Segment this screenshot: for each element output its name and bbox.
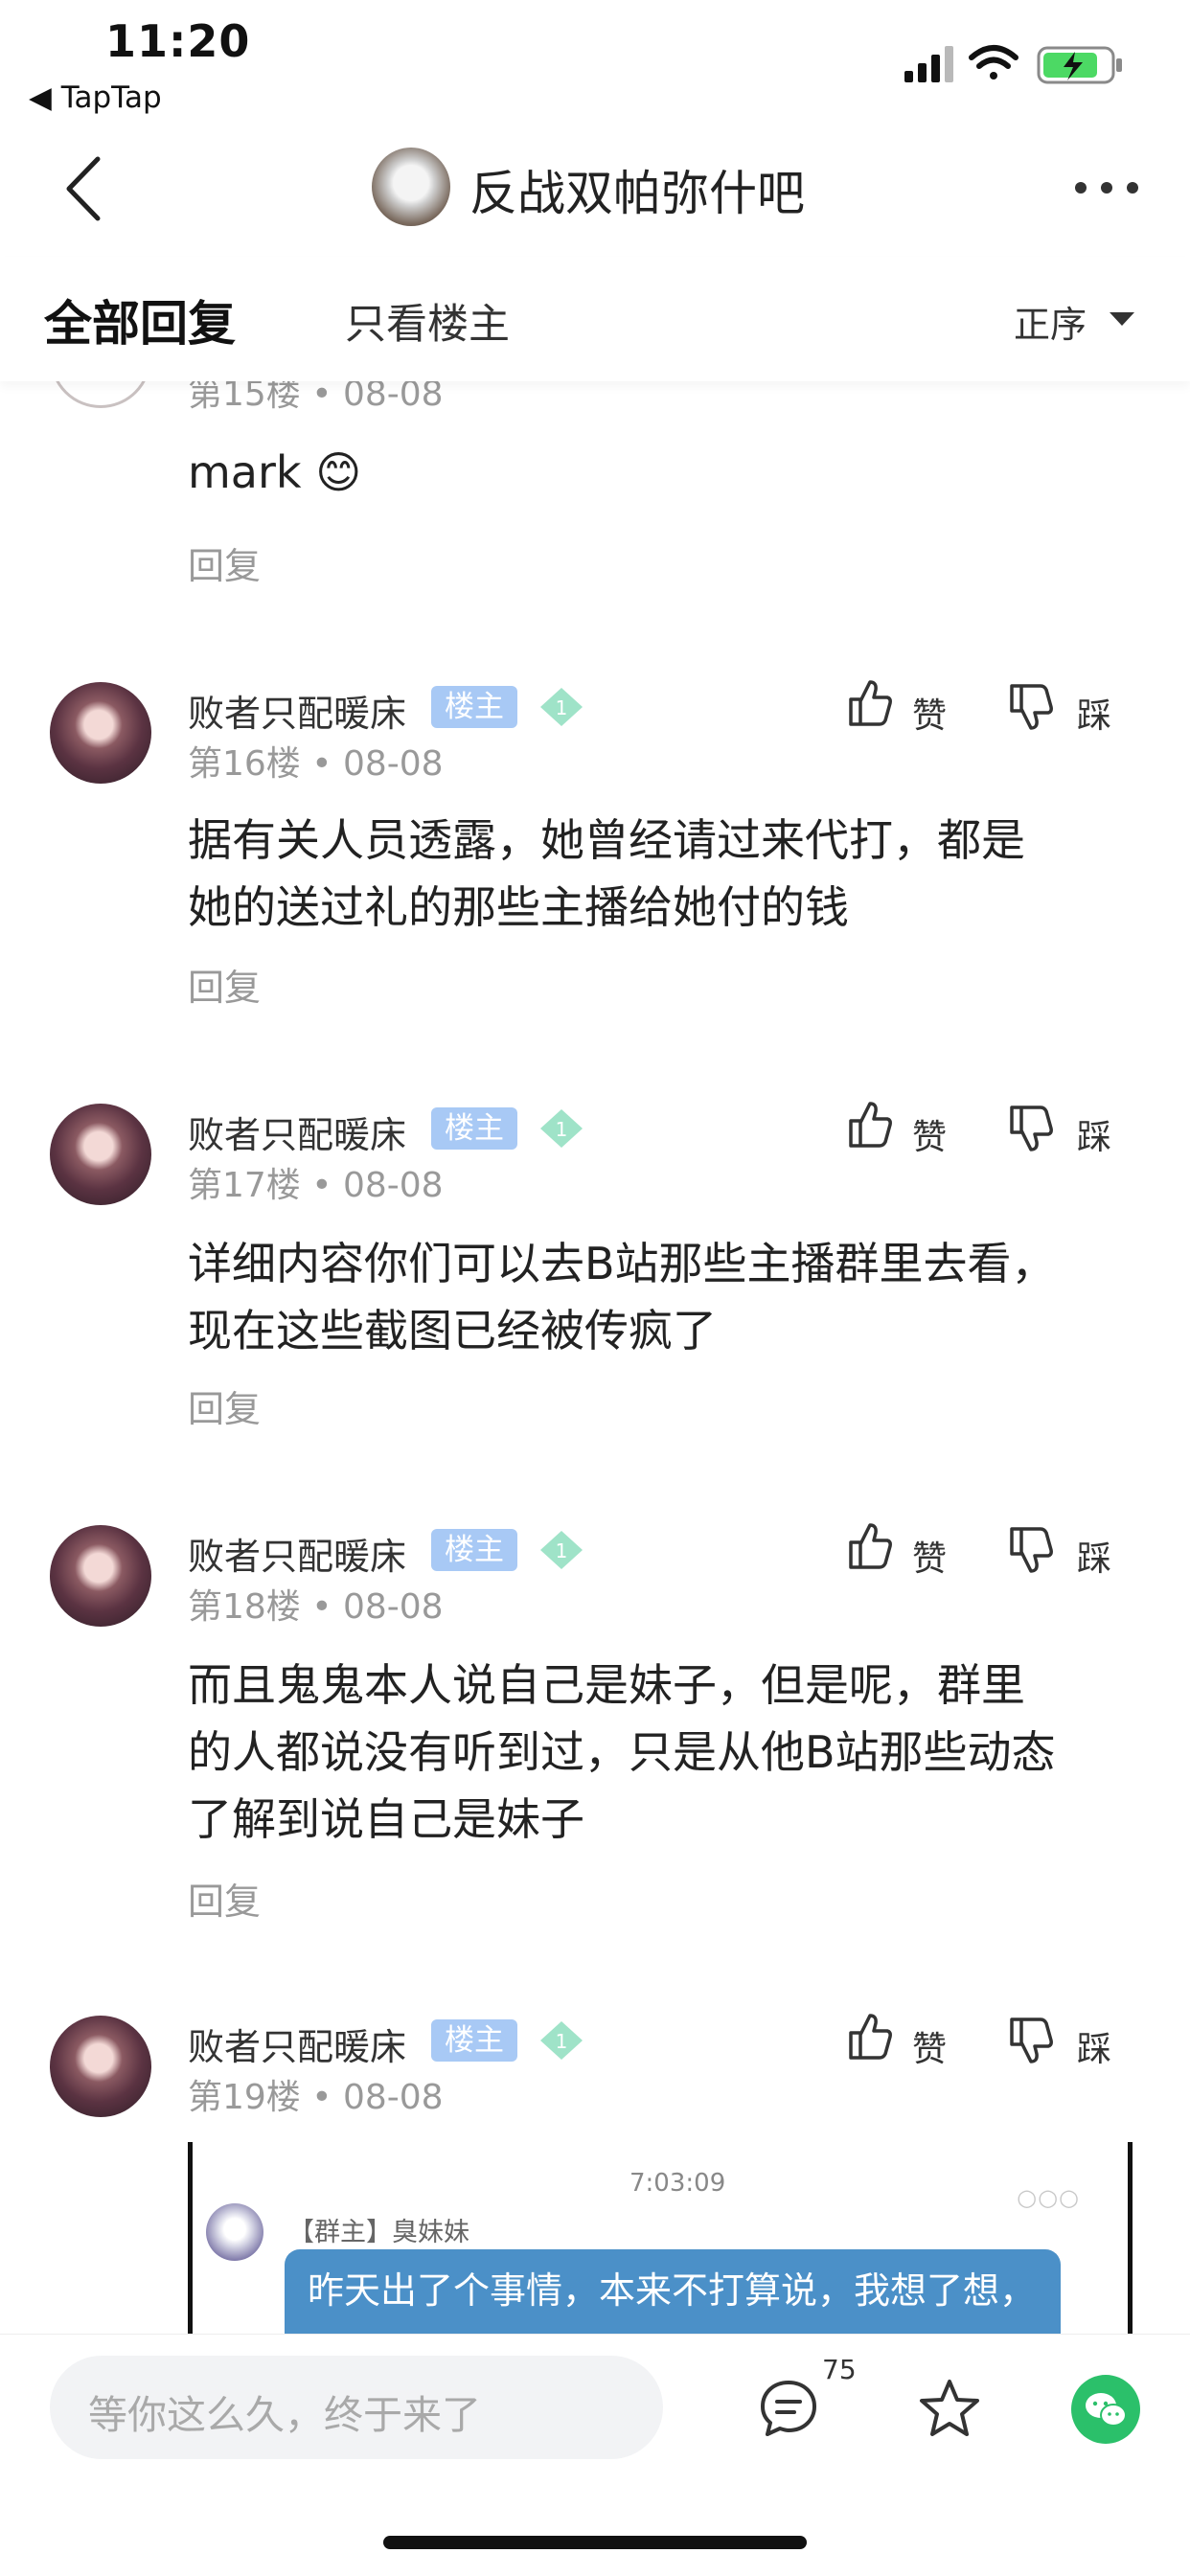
thumbs-down-icon[interactable] <box>1008 1104 1054 1153</box>
battery-icon <box>1037 46 1122 84</box>
floor-number: 第19楼 • 08-08 <box>188 2078 444 2117</box>
bottom-bar: 等你这么久，终于来了 75 <box>0 2334 1190 2576</box>
reply-button[interactable]: 回复 <box>188 1872 261 1925</box>
home-indicator[interactable] <box>383 2536 807 2549</box>
forum-avatar[interactable] <box>372 148 450 226</box>
dislike-label[interactable]: 踩 <box>1077 1531 1111 1581</box>
svg-text:1: 1 <box>556 2030 568 2053</box>
username[interactable]: 败者只配暖床 <box>188 684 406 737</box>
more-icon[interactable] <box>1075 182 1138 195</box>
sort-dropdown[interactable]: 正序 <box>1014 295 1087 348</box>
op-badge: 楼主 <box>431 1107 517 1150</box>
comment-text: mark 😊 <box>188 446 362 498</box>
thumbs-up-icon[interactable] <box>847 2012 893 2062</box>
caret-down-icon[interactable] <box>1110 312 1134 326</box>
chat-time: 7:03:09 <box>629 2169 726 2198</box>
floor-number: 第16楼 • 08-08 <box>188 744 444 784</box>
chat-message: 昨天出了个事情，本来不打算说，我想了想， <box>308 2269 1037 2312</box>
svg-text:1: 1 <box>556 1539 568 1562</box>
svg-text:1: 1 <box>556 696 568 719</box>
back-arrow-icon[interactable] <box>57 153 109 224</box>
tab-op-only[interactable]: 只看楼主 <box>345 291 510 351</box>
thumbs-up-icon[interactable] <box>847 678 893 728</box>
chat-sender: 【群主】臭妹妹 <box>288 2218 469 2247</box>
reply-input[interactable]: 等你这么久，终于来了 <box>50 2356 663 2459</box>
op-badge: 楼主 <box>431 686 517 728</box>
svg-text:1: 1 <box>556 1118 568 1141</box>
thumbs-down-icon[interactable] <box>1008 2016 1054 2065</box>
dislike-label[interactable]: 踩 <box>1077 1109 1111 1159</box>
back-to-app-link[interactable]: ◀ TapTap <box>29 80 162 115</box>
chat-avatar <box>206 2203 263 2261</box>
comment-text: 据有关人员透露，她曾经请过来代打，都是 她的送过礼的那些主播给她付的钱 <box>188 814 1025 933</box>
avatar[interactable] <box>50 2016 151 2117</box>
forum-title[interactable]: 反战双帕弥什吧 <box>469 155 805 224</box>
thumbs-up-icon[interactable] <box>847 1100 893 1150</box>
avatar[interactable] <box>50 1104 151 1205</box>
comment-text: 详细内容你们可以去B站那些主播群里去看， 现在这些截图已经被传疯了 <box>188 1238 1056 1356</box>
chat-more-icon: ○○○ <box>1017 2184 1080 2211</box>
floor-number: 第17楼 • 08-08 <box>188 1166 444 1205</box>
wechat-share-icon[interactable] <box>1071 2375 1140 2444</box>
thumbs-down-icon[interactable] <box>1008 1525 1054 1575</box>
wechat-logo-icon <box>1086 2393 1127 2427</box>
wifi-icon <box>969 45 1018 80</box>
like-label[interactable]: 赞 <box>912 1109 947 1159</box>
op-badge: 楼主 <box>431 2019 517 2062</box>
op-badge: 楼主 <box>431 1529 517 1571</box>
comment-icon[interactable] <box>759 2379 818 2438</box>
level-gem-icon: 1 <box>540 1531 583 1569</box>
comment-text: 而且鬼鬼本人说自己是妹子，但是呢，群里 的人都说没有听到过，只是从他B站那些动态… <box>188 1659 1056 1845</box>
smile-emoji-icon: 😊 <box>315 446 362 498</box>
status-time: 11:20 <box>105 15 251 67</box>
floor-number: 第18楼 • 08-08 <box>188 1587 444 1627</box>
star-icon[interactable] <box>918 2377 981 2440</box>
avatar[interactable] <box>50 1525 151 1627</box>
level-gem-icon: 1 <box>540 1109 583 1148</box>
dislike-label[interactable]: 踩 <box>1077 688 1111 738</box>
like-label[interactable]: 赞 <box>912 688 947 738</box>
level-gem-icon: 1 <box>540 688 583 726</box>
level-gem-icon: 1 <box>540 2021 583 2060</box>
comment-count: 75 <box>822 2354 857 2385</box>
thumbs-down-icon[interactable] <box>1008 682 1054 732</box>
reply-button[interactable]: 回复 <box>188 958 261 1011</box>
tab-all-replies[interactable]: 全部回复 <box>44 285 236 354</box>
username[interactable]: 败者只配暖床 <box>188 1106 406 1158</box>
status-icons <box>904 45 1122 84</box>
avatar[interactable] <box>50 682 151 784</box>
username[interactable]: 败者只配暖床 <box>188 1527 406 1580</box>
like-label[interactable]: 赞 <box>912 1531 947 1581</box>
dislike-label[interactable]: 踩 <box>1077 2021 1111 2071</box>
thumbs-up-icon[interactable] <box>847 1521 893 1571</box>
reply-tabs: 全部回复 只看楼主 正序 <box>0 257 1190 381</box>
reply-button[interactable]: 回复 <box>188 536 261 589</box>
username[interactable]: 败者只配暖床 <box>188 2017 406 2070</box>
like-label[interactable]: 赞 <box>912 2021 947 2071</box>
reply-button[interactable]: 回复 <box>188 1379 261 1432</box>
attached-image[interactable]: 7:03:09 ○○○ 【群主】臭妹妹 昨天出了个事情，本来不打算说，我想了想， <box>188 2142 1133 2334</box>
reply-input-placeholder: 等你这么久，终于来了 <box>88 2392 481 2438</box>
signal-icon <box>904 46 953 82</box>
